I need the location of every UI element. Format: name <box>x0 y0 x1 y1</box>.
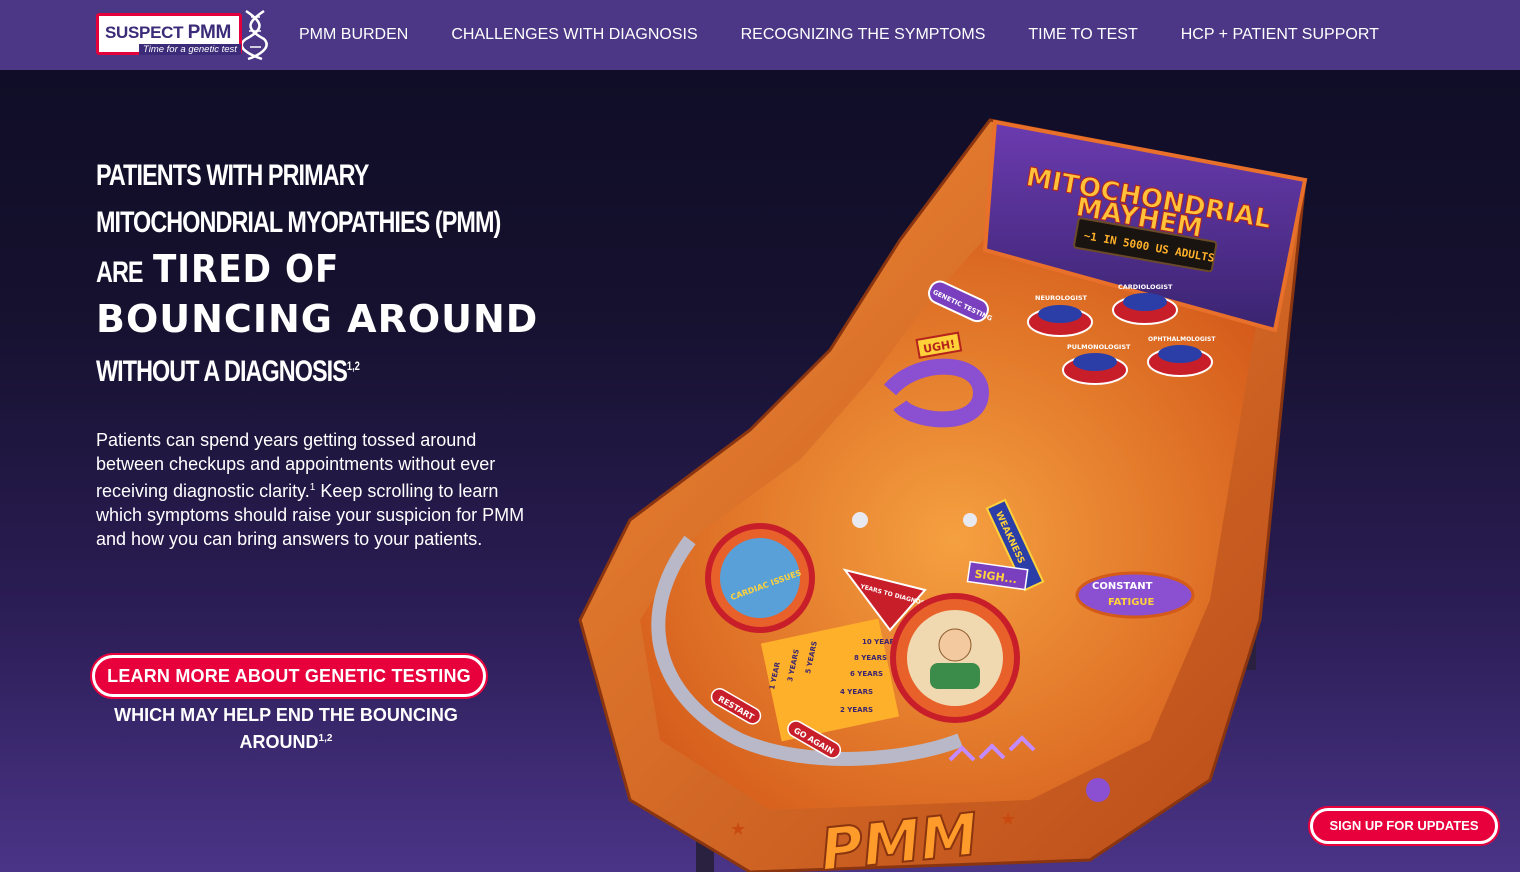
cta-footnote-ref: 1,2 <box>318 733 333 744</box>
headline-bouncing-around: BOUNCING AROUND <box>96 297 539 341</box>
constant-fatigue-label-2: FATIGUE <box>1108 597 1155 608</box>
logo-badge: SUSPECT PMM Time for a genetic test <box>96 13 242 55</box>
years-label-8: 8 YEARS <box>854 654 887 662</box>
bumper-pulmonologist: PULMONOLOGIST <box>1062 343 1131 385</box>
headline-are: are <box>96 256 144 289</box>
pinball-machine-illustration: MITOCHONDRIAL MAYHEM ~1 IN 5000 US ADULT… <box>570 100 1330 872</box>
learn-more-genetic-testing-button[interactable]: LEARN MORE ABOUT GENETIC TESTING <box>92 655 486 697</box>
sign-up-for-updates-button[interactable]: SIGN UP FOR UPDATES <box>1310 808 1498 844</box>
nav-challenges-with-diagnosis[interactable]: CHALLENGES WITH DIAGNOSIS <box>451 24 697 46</box>
headline-line-1: Patients with primary <box>96 159 369 192</box>
headline-line-3: are TIRED OF <box>96 246 486 296</box>
logo-tagline: Time for a genetic test <box>139 44 241 55</box>
main-nav: PMM BURDEN CHALLENGES WITH DIAGNOSIS REC… <box>299 24 1379 46</box>
headline-footnote-ref: 1,2 <box>346 359 360 373</box>
cta-subtext-label: WHICH MAY HELP END THE BOUNCING AROUND <box>114 705 458 752</box>
nav-hcp-patient-support[interactable]: HCP + PATIENT SUPPORT <box>1181 24 1379 46</box>
years-label-2: 2 YEARS <box>840 706 873 714</box>
logo-wordmark: SUSPECT PMM <box>105 22 231 44</box>
pinball-2 <box>963 513 977 527</box>
headline-without-a-diagnosis: without a diagnosis <box>96 355 348 388</box>
logo-word-pmm: PMM <box>187 22 232 43</box>
nav-pmm-burden[interactable]: PMM BURDEN <box>299 24 408 46</box>
headline-tired-of: TIRED OF <box>152 247 340 291</box>
cta-subtext: WHICH MAY HELP END THE BOUNCING AROUND1,… <box>96 703 476 754</box>
dna-helix-icon <box>242 9 268 61</box>
hero-body-copy: Patients can spend years getting tossed … <box>96 428 526 551</box>
constant-fatigue-label-1: CONSTANT <box>1092 581 1153 592</box>
years-label-6: 6 YEARS <box>850 670 883 678</box>
nav-recognizing-the-symptoms[interactable]: RECOGNIZING THE SYMPTOMS <box>741 24 986 46</box>
bumper-neurologist-label: NEUROLOGIST <box>1035 294 1088 302</box>
pinball-svg: MITOCHONDRIAL MAYHEM ~1 IN 5000 US ADULT… <box>578 118 1308 872</box>
constant-fatigue-pad: CONSTANT FATIGUE <box>1075 571 1195 619</box>
top-nav: SUSPECT PMM Time for a genetic test PMM … <box>0 0 1520 70</box>
hero-headline: Patients with primary mitochondrial myop… <box>96 152 596 395</box>
cardiac-issues-disc: CARDIAC ISSUES <box>705 523 815 633</box>
pinball <box>852 512 868 528</box>
bumper-cardiologist-label: CARDIOLOGIST <box>1118 283 1173 291</box>
star-decoration-right: ★ <box>1000 809 1016 829</box>
bumper-pulmonologist-label: PULMONOLOGIST <box>1067 343 1131 351</box>
bumper-cardiologist: CARDIOLOGIST <box>1112 283 1178 325</box>
star-decoration-left: ★ <box>730 819 746 839</box>
nav-time-to-test[interactable]: TIME TO TEST <box>1028 24 1137 46</box>
headline-line-2: mitochondrial myopathies (PMM) <box>96 206 501 239</box>
suspect-pmm-logo[interactable]: SUSPECT PMM Time for a genetic test <box>96 9 268 61</box>
years-label-4: 4 YEARS <box>840 688 873 696</box>
bumper-neurologist: NEUROLOGIST <box>1027 294 1093 337</box>
plunger-knob <box>1086 778 1110 802</box>
logo-word-suspect: SUSPECT <box>105 23 184 42</box>
headline-line-5: without a diagnosis1,2 <box>96 343 486 395</box>
bumper-ophthalmologist: OPHTHALMOLOGIST <box>1147 336 1216 377</box>
bumper-ophthalmologist-label: OPHTHALMOLOGIST <box>1148 336 1216 343</box>
patient-disc <box>890 593 1020 723</box>
